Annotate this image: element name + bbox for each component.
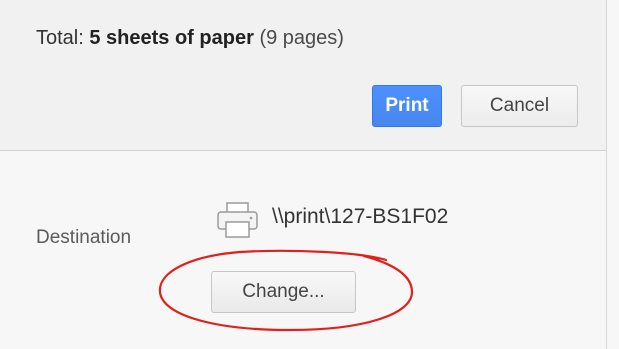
- print-summary-header: Total: 5 sheets of paper (9 pages) Print…: [0, 0, 606, 151]
- destination-printer-name: \\print\127-BS1F02: [272, 205, 449, 228]
- print-button[interactable]: Print: [372, 85, 442, 127]
- destination-label: Destination: [36, 227, 132, 248]
- print-summary: Total: 5 sheets of paper (9 pages): [36, 27, 344, 50]
- printer-icon: [217, 202, 258, 238]
- change-destination-button[interactable]: Change...: [211, 271, 356, 313]
- sheet-count: 5 sheets of paper: [89, 27, 254, 49]
- cancel-button[interactable]: Cancel: [461, 85, 578, 127]
- print-dialog: Total: 5 sheets of paper (9 pages) Print…: [0, 0, 619, 349]
- right-divider: [606, 0, 607, 349]
- page-count: (9 pages): [259, 27, 344, 49]
- summary-prefix: Total:: [36, 27, 90, 49]
